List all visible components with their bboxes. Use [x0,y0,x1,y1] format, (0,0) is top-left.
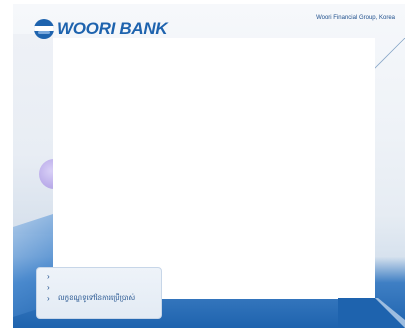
corner-decoration-bottom-right [338,268,405,328]
chevron-right-icon: › [47,272,50,281]
left-background-panel [13,34,53,234]
main-content-area [53,38,375,299]
header-tagline: Woori Financial Group, Korea [316,15,395,21]
menu-item-2[interactable]: › [47,282,161,293]
woori-logo-icon [34,19,54,39]
menu-item-terms[interactable]: › លក្ខខណ្ឌទូទៅនៃការប្រើប្រាស់ [47,293,161,304]
woori-bank-logo[interactable]: WOORI BANK [34,19,168,39]
chevron-right-icon: › [47,283,50,292]
side-menu: › › › លក្ខខណ្ឌទូទៅនៃការប្រើប្រាស់ [36,267,162,319]
brand-name: WOORI BANK [57,19,168,38]
menu-item-label: លក្ខខណ្ឌទូទៅនៃការប្រើប្រាស់ [58,294,136,302]
corner-decoration-top-right [371,38,405,72]
menu-item-1[interactable]: › [47,271,161,282]
header: WOORI BANK Woori Financial Group, Korea [13,4,405,72]
chevron-right-icon: › [47,294,50,303]
